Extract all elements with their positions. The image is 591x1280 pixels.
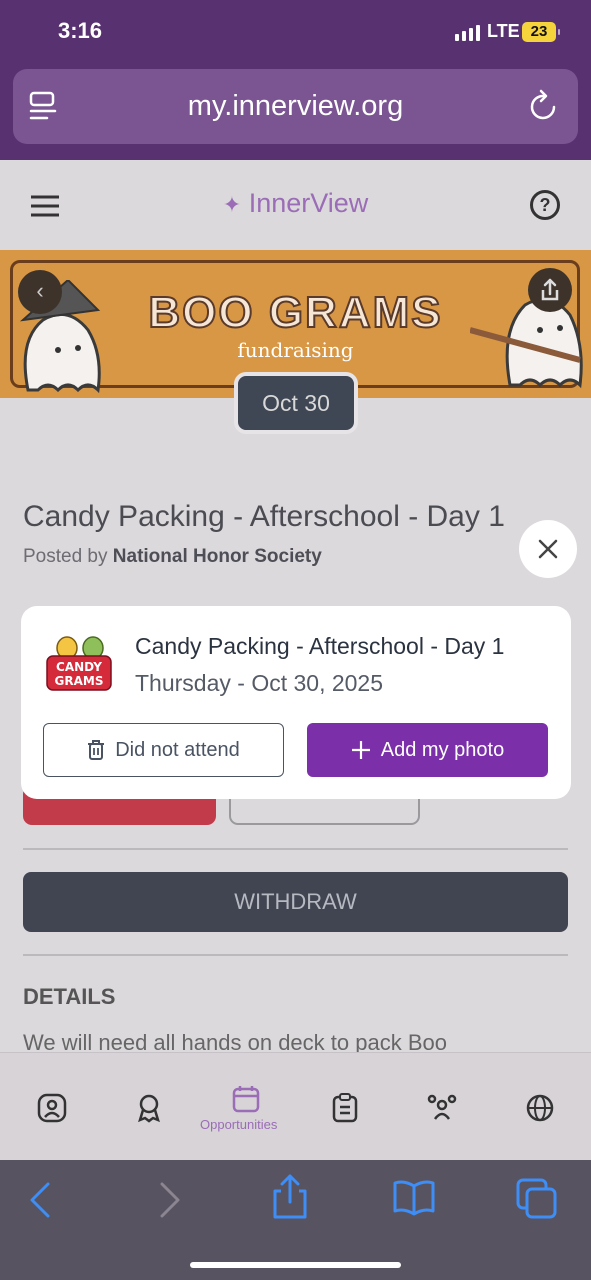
nav-label-opportunities[interactable]: Opportunities bbox=[200, 1117, 277, 1132]
divider bbox=[23, 954, 568, 956]
help-icon[interactable]: ? bbox=[530, 190, 560, 220]
add-photo-label: Add my photo bbox=[380, 738, 505, 761]
signal-icon bbox=[455, 25, 480, 41]
modal-event-title: Candy Packing - Afterschool - Day 1 bbox=[135, 633, 505, 659]
url-text[interactable]: my.innerview.org bbox=[13, 90, 578, 123]
awards-icon[interactable] bbox=[134, 1093, 164, 1123]
checklist-icon[interactable] bbox=[331, 1093, 359, 1123]
status-bar: 3:16 LTE 23 my.innerview.org bbox=[0, 0, 591, 160]
home-indicator bbox=[190, 1262, 401, 1268]
share-icon bbox=[541, 278, 559, 301]
network-label: LTE bbox=[487, 21, 520, 41]
logo-mark-icon: ✦ bbox=[222, 192, 242, 217]
posted-by-org[interactable]: National Honor Society bbox=[113, 546, 322, 567]
attendance-modal: CANDY GRAMS Candy Packing - Afterschool … bbox=[21, 606, 571, 799]
event-title: Candy Packing - Afterschool - Day 1 bbox=[23, 500, 505, 533]
banner-subtitle: fundraising bbox=[237, 338, 354, 362]
back-icon[interactable] bbox=[28, 1182, 52, 1218]
calendar-icon[interactable] bbox=[232, 1085, 260, 1113]
forward-icon[interactable] bbox=[158, 1182, 182, 1218]
profile-icon[interactable] bbox=[37, 1093, 67, 1123]
posted-by-prefix: Posted by bbox=[23, 546, 113, 567]
globe-icon[interactable] bbox=[525, 1093, 555, 1123]
logo-line-1: CANDY bbox=[56, 660, 102, 674]
modal-event-date: Thursday - Oct 30, 2025 bbox=[135, 670, 384, 696]
groups-icon[interactable] bbox=[426, 1093, 458, 1123]
close-icon bbox=[538, 539, 558, 559]
date-pill: Oct 30 bbox=[234, 372, 358, 434]
innerview-logo[interactable]: ✦ InnerView bbox=[0, 188, 591, 219]
status-time: 3:16 bbox=[58, 18, 103, 43]
did-not-attend-button[interactable]: Did not attend bbox=[43, 723, 284, 777]
back-button[interactable]: ‹ bbox=[18, 270, 62, 314]
tabs-icon[interactable] bbox=[516, 1178, 558, 1220]
close-modal-button[interactable] bbox=[519, 520, 577, 578]
did-not-attend-label: Did not attend bbox=[115, 738, 240, 761]
bottom-nav: Opportunities bbox=[0, 1052, 591, 1160]
logo-line-2: GRAMS bbox=[55, 674, 104, 688]
banner-title: BOO GRAMS bbox=[147, 287, 443, 338]
logo-text: InnerView bbox=[248, 188, 369, 218]
bookmarks-icon[interactable] bbox=[392, 1180, 436, 1216]
withdraw-button[interactable]: WITHDRAW bbox=[23, 872, 568, 932]
posted-by: Posted by National Honor Society bbox=[23, 546, 322, 568]
address-bar[interactable]: my.innerview.org bbox=[13, 69, 578, 144]
share-event-button[interactable] bbox=[528, 268, 572, 312]
reload-icon[interactable] bbox=[528, 89, 560, 123]
share-icon[interactable] bbox=[271, 1174, 309, 1220]
trash-icon bbox=[88, 740, 105, 760]
divider bbox=[23, 848, 568, 850]
details-heading: DETAILS bbox=[23, 984, 116, 1009]
plus-icon bbox=[351, 741, 370, 759]
candy-grams-logo: CANDY GRAMS bbox=[46, 636, 112, 691]
battery-icon: 23 bbox=[522, 22, 560, 42]
add-photo-button[interactable]: Add my photo bbox=[307, 723, 548, 777]
